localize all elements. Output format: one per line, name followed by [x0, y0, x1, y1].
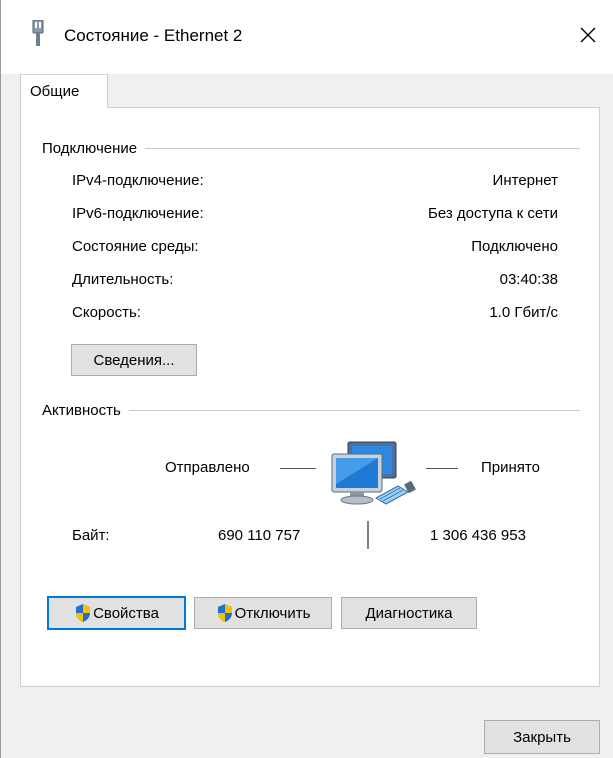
bytes-received-value: 1 306 436 953 — [430, 527, 526, 544]
info-label: Длительность: — [72, 271, 174, 288]
info-row-speed: Скорость: 1.0 Гбит/с — [52, 304, 558, 326]
info-label: Скорость: — [72, 304, 141, 321]
info-value: 1.0 Гбит/с — [489, 304, 558, 321]
info-row-ipv4: IPv4-подключение: Интернет — [52, 172, 558, 194]
received-label: Принято — [481, 459, 540, 476]
activity-separator — [367, 521, 369, 549]
ethernet-plug-icon — [32, 20, 44, 46]
connection-header-label: Подключение — [42, 140, 138, 157]
activity-group-header: Активность — [42, 402, 580, 419]
window-title: Состояние - Ethernet 2 — [64, 26, 243, 45]
network-computers-icon — [331, 441, 416, 505]
info-value: Подключено — [471, 238, 558, 255]
title-bar[interactable]: Состояние - Ethernet 2 — [1, 0, 613, 74]
info-row-ipv6: IPv6-подключение: Без доступа к сети — [52, 205, 558, 227]
sent-dash — [280, 468, 316, 469]
diagnose-button[interactable]: Диагностика — [341, 597, 477, 629]
activity-header-label: Активность — [42, 402, 121, 419]
info-row-media-state: Состояние среды: Подключено — [52, 238, 558, 260]
info-value: 03:40:38 — [499, 271, 558, 288]
status-dialog: Состояние - Ethernet 2 Общие Подключение… — [0, 0, 613, 758]
uac-shield-icon — [76, 604, 91, 622]
info-label: IPv6-подключение: — [72, 205, 204, 222]
properties-button-label: Свойства — [93, 604, 159, 622]
close-icon — [580, 27, 596, 43]
bytes-label: Байт: — [72, 527, 110, 544]
sent-label: Отправлено — [165, 459, 250, 476]
bytes-sent-value: 690 110 757 — [218, 527, 301, 544]
disable-button[interactable]: Отключить — [194, 597, 332, 629]
group-divider — [128, 410, 580, 411]
received-dash — [426, 468, 458, 469]
tab-general[interactable]: Общие — [20, 74, 108, 108]
info-label: IPv4-подключение: — [72, 172, 204, 189]
details-button[interactable]: Сведения... — [71, 344, 197, 376]
info-label: Состояние среды: — [72, 238, 199, 255]
close-button[interactable]: Закрыть — [484, 720, 600, 754]
uac-shield-icon — [217, 604, 232, 622]
info-row-duration: Длительность: 03:40:38 — [52, 271, 558, 293]
properties-button[interactable]: Свойства — [47, 596, 186, 630]
info-value: Без доступа к сети — [428, 205, 558, 222]
group-divider — [145, 148, 580, 149]
info-value: Интернет — [492, 172, 558, 189]
close-window-button[interactable] — [571, 18, 605, 52]
disable-button-label: Отключить — [234, 604, 311, 622]
connection-group-header: Подключение — [42, 140, 580, 157]
